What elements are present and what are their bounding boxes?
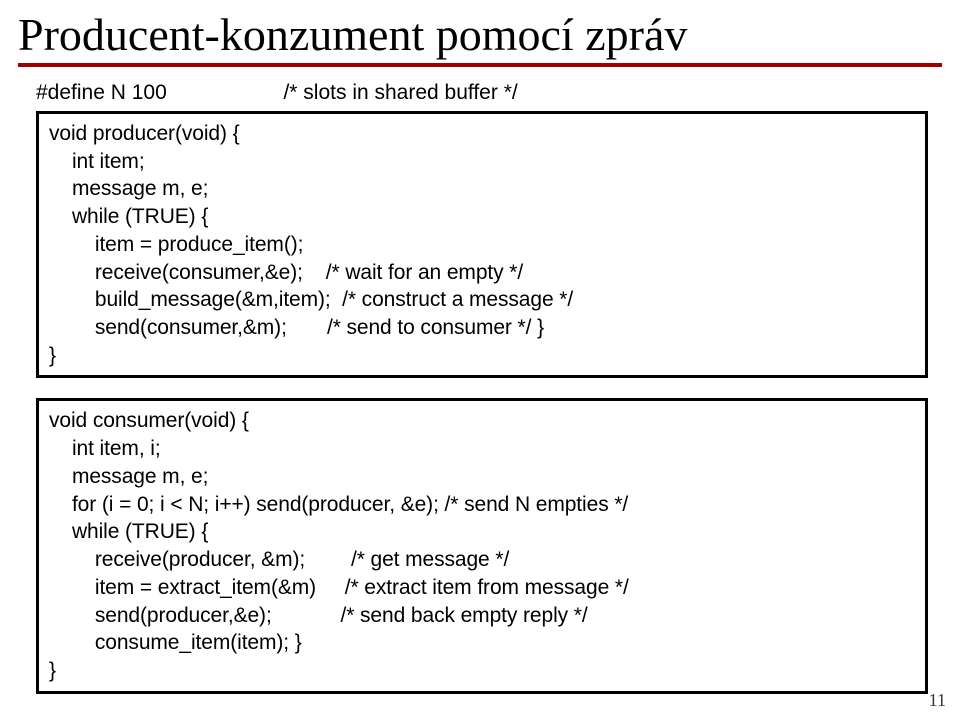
define-line: #define N 100 /* slots in shared buffer … <box>36 81 942 105</box>
consumer-codebox: void consumer(void) { int item, i; messa… <box>36 398 928 693</box>
title-rule <box>18 63 942 67</box>
page-number: 11 <box>929 690 946 711</box>
slide-container: Producent-konzument pomocí zpráv #define… <box>0 0 960 721</box>
producer-codebox: void producer(void) { int item; message … <box>36 111 928 378</box>
slide-title: Producent-konzument pomocí zpráv <box>18 8 942 61</box>
